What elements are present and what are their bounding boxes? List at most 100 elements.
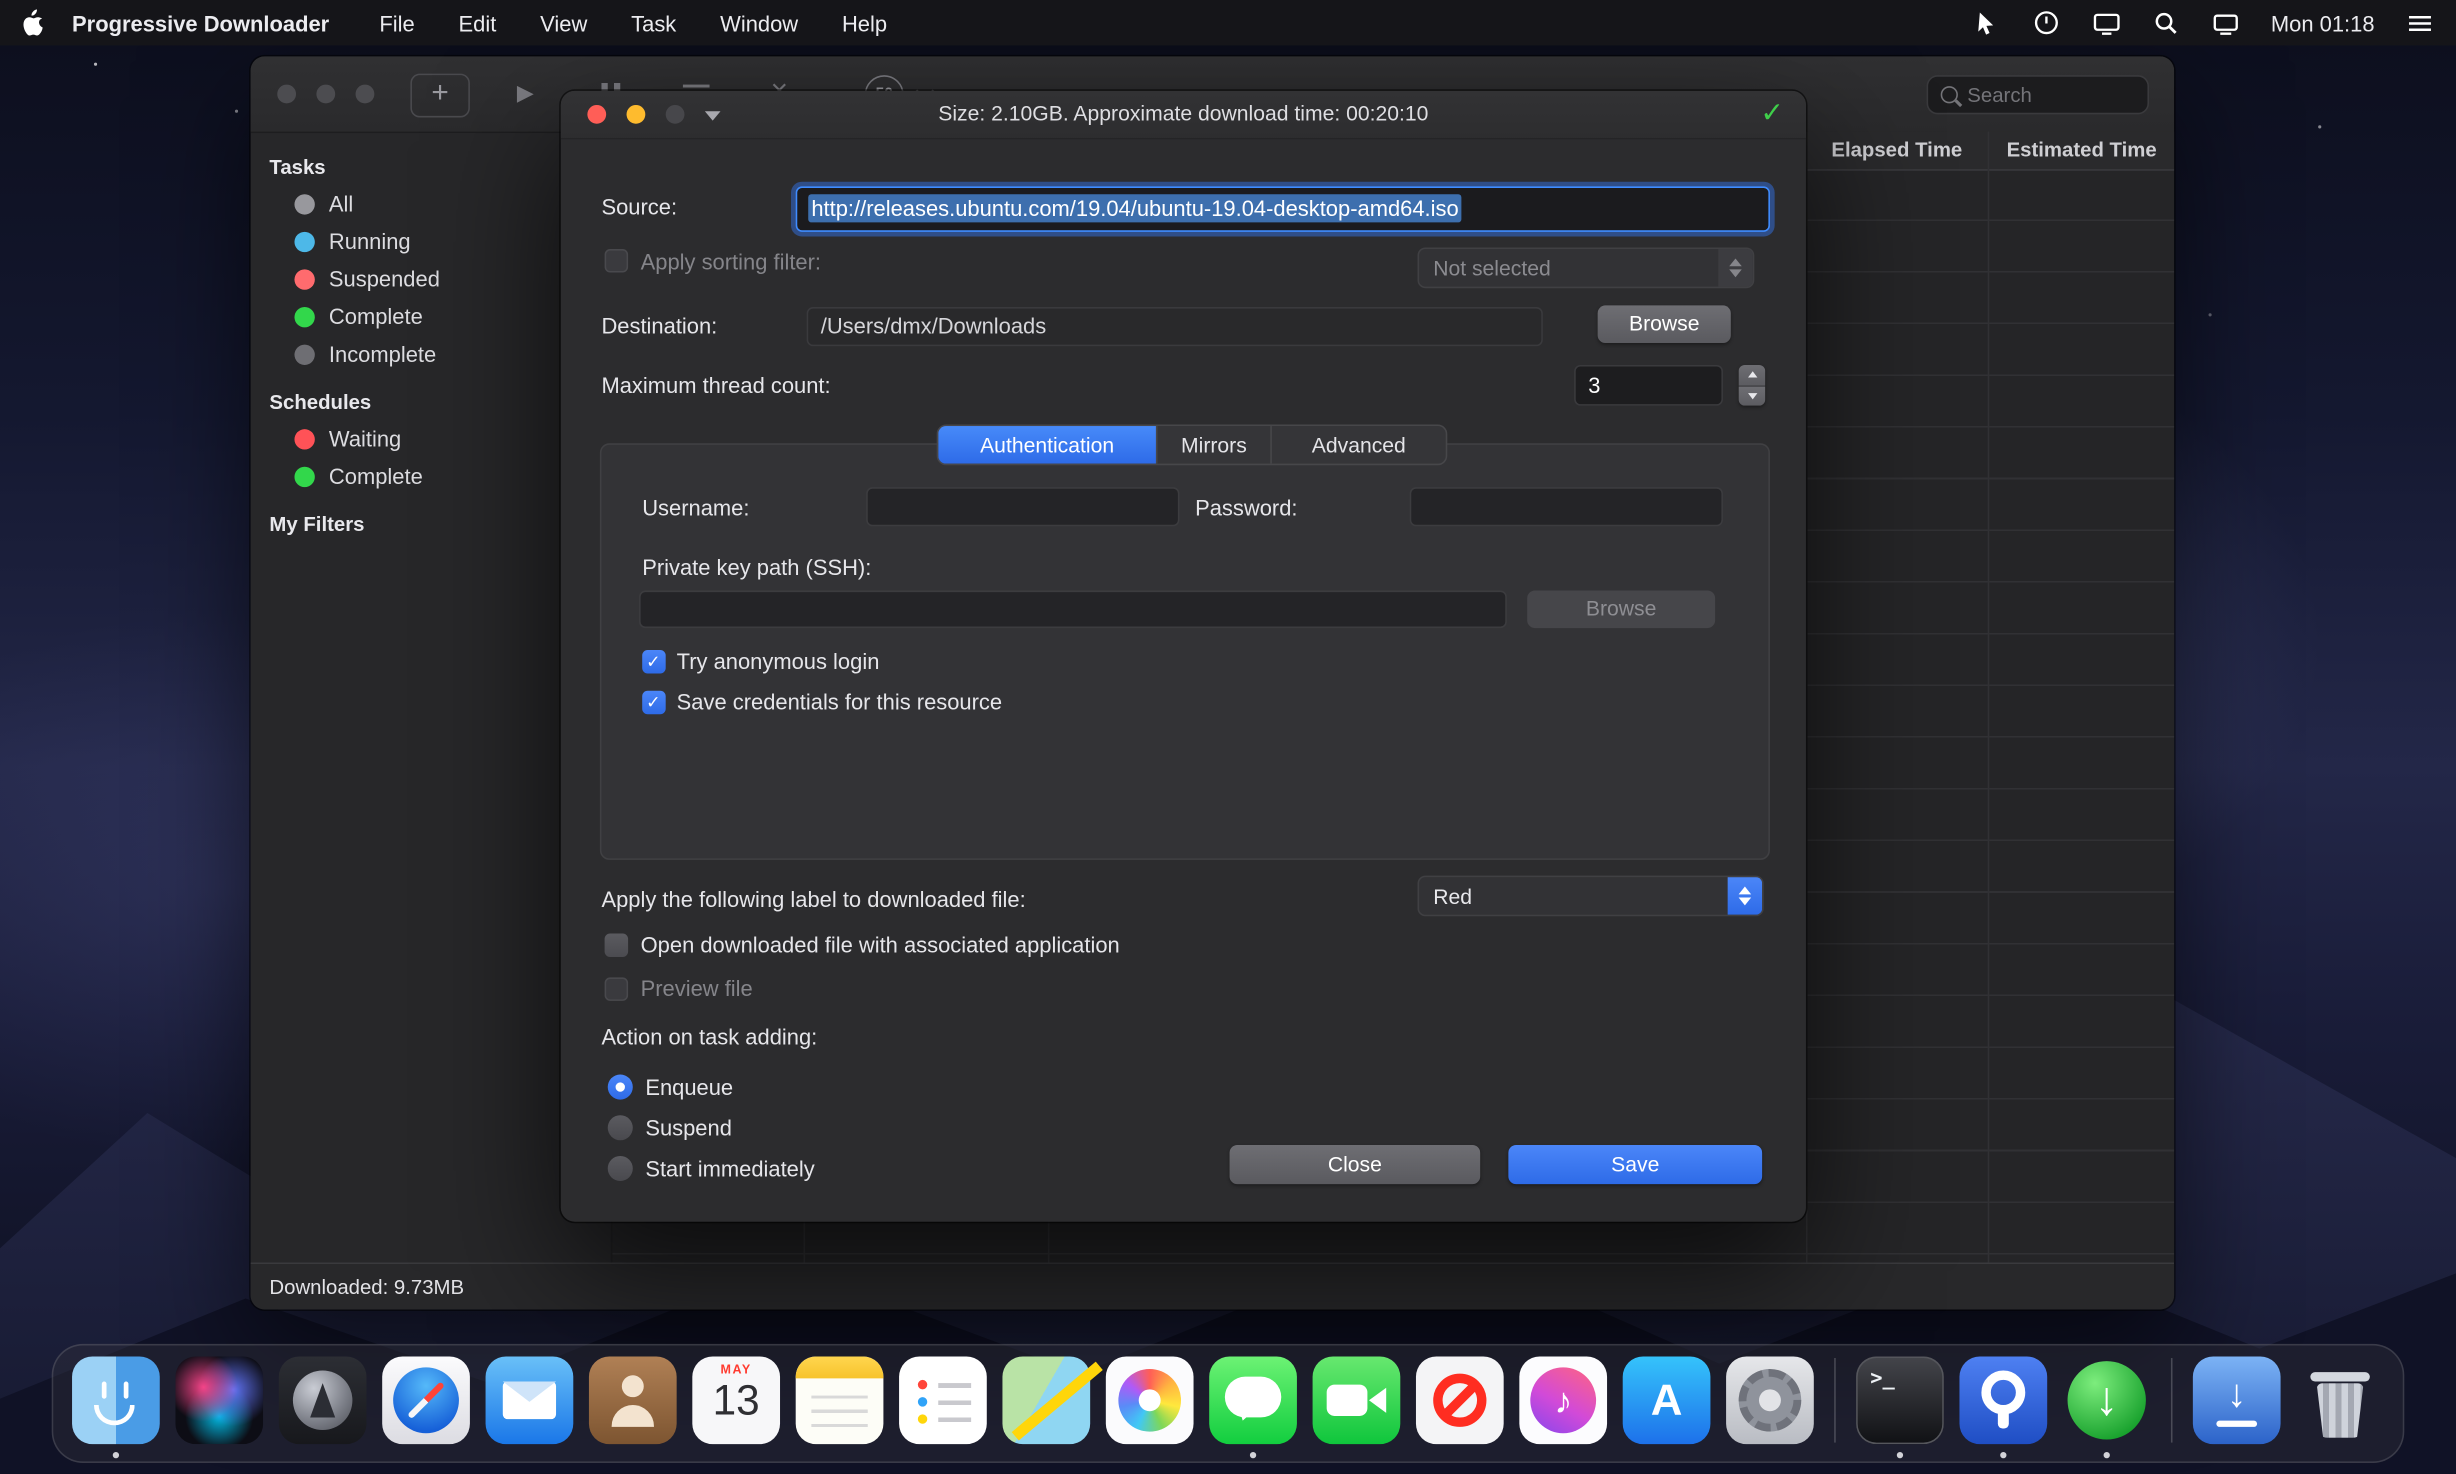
save-credentials-checkbox[interactable] (642, 691, 665, 714)
menu-item-file[interactable]: File (379, 10, 414, 35)
thread-count-stepper[interactable] (1739, 365, 1766, 406)
facetime-icon[interactable] (1313, 1356, 1401, 1444)
close-button[interactable]: Close (1230, 1145, 1481, 1184)
active-app-name[interactable]: Progressive Downloader (72, 10, 329, 35)
source-input[interactable]: http://releases.ubuntu.com/19.04/ubuntu-… (796, 186, 1770, 231)
status-bar: Downloaded: 9.73MB (251, 1262, 2174, 1309)
popup-chevrons-icon (1718, 249, 1752, 287)
trash-icon[interactable] (2296, 1356, 2384, 1444)
sidebar-section-tasks: Tasks (251, 150, 611, 184)
sidebar-section-my-filters: My Filters (251, 507, 611, 541)
photos-icon[interactable] (1106, 1356, 1194, 1444)
calendar-icon[interactable]: MAY 13 (692, 1356, 780, 1444)
pointer-status-icon[interactable] (1973, 9, 2001, 37)
menu-item-view[interactable]: View (540, 10, 587, 35)
menu-bar: Progressive Downloader File Edit View Ta… (0, 0, 2456, 45)
menu-bar-clock[interactable]: Mon 01:18 (2271, 10, 2375, 35)
preview-file-checkbox[interactable] (605, 977, 628, 1000)
app-store-icon[interactable] (1623, 1356, 1711, 1444)
tab-mirrors[interactable]: Mirrors (1156, 426, 1270, 464)
close-window-button[interactable] (277, 85, 296, 104)
sidebar-item-waiting[interactable]: Waiting (251, 420, 611, 458)
save-button[interactable]: Save (1508, 1145, 1762, 1184)
minimize-window-button[interactable] (316, 85, 335, 104)
reminders-icon[interactable] (899, 1356, 987, 1444)
action-on-adding-label: Action on task adding: (601, 1024, 817, 1049)
downloads-stack-icon[interactable] (2193, 1356, 2281, 1444)
open-with-checkbox[interactable] (605, 934, 628, 957)
menu-item-window[interactable]: Window (720, 10, 798, 35)
mail-icon[interactable] (486, 1356, 574, 1444)
label-dropdown[interactable]: Red (1418, 876, 1764, 917)
running-indicator (2104, 1452, 2110, 1458)
apple-menu[interactable] (22, 9, 44, 36)
progressive-downloader-icon[interactable] (2063, 1356, 2151, 1444)
terminal-icon[interactable] (1856, 1356, 1944, 1444)
sidebar-item-all[interactable]: All (251, 185, 611, 223)
1password-icon[interactable] (1959, 1356, 2047, 1444)
radio-enqueue[interactable] (608, 1075, 633, 1100)
ssh-key-browse-button[interactable]: Browse (1527, 591, 1715, 629)
menu-item-help[interactable]: Help (842, 10, 887, 35)
sorting-filter-checkbox[interactable] (605, 249, 628, 272)
safari-icon[interactable] (382, 1356, 470, 1444)
column-divider (1988, 132, 1990, 1263)
running-indicator (113, 1452, 119, 1458)
url-valid-checkmark-icon (1760, 97, 1784, 130)
power-status-icon[interactable] (2033, 9, 2061, 37)
column-header-estimated-time[interactable]: Estimated Time (1988, 132, 2176, 170)
sidebar-section-schedules: Schedules (251, 385, 611, 419)
notification-center-icon[interactable] (2406, 9, 2434, 37)
password-label: Password: (1195, 495, 1297, 520)
sidebar-item-schedules-complete[interactable]: Complete (251, 457, 611, 495)
username-input[interactable] (866, 487, 1179, 526)
tab-authentication[interactable]: Authentication (938, 426, 1156, 464)
status-dot-dark-gray (294, 344, 314, 364)
sidebar-item-suspended[interactable]: Suspended (251, 260, 611, 298)
radio-suspend[interactable] (608, 1115, 633, 1140)
menu-item-edit[interactable]: Edit (459, 10, 497, 35)
notes-icon[interactable] (796, 1356, 884, 1444)
password-input[interactable] (1410, 487, 1723, 526)
start-task-button[interactable]: ▶ (517, 80, 534, 107)
new-task-dialog: Size: 2.10GB. Approximate download time:… (561, 91, 1806, 1222)
stepper-down-icon[interactable] (1739, 385, 1766, 406)
anonymous-login-checkbox[interactable] (642, 650, 665, 673)
itunes-icon[interactable] (1519, 1356, 1607, 1444)
destination-browse-button[interactable]: Browse (1598, 305, 1731, 343)
radio-start-immediately[interactable] (608, 1156, 633, 1181)
news-icon[interactable] (1416, 1356, 1504, 1444)
radio-suspend-label: Suspend (645, 1115, 732, 1140)
sidebar-item-running[interactable]: Running (251, 222, 611, 260)
tab-advanced[interactable]: Advanced (1270, 426, 1445, 464)
add-task-button[interactable]: + (410, 74, 470, 118)
search-input[interactable]: Search (1927, 75, 2149, 114)
system-preferences-icon[interactable] (1726, 1356, 1814, 1444)
zoom-window-button[interactable] (356, 85, 375, 104)
column-divider (1806, 132, 1808, 1263)
finder-icon[interactable] (72, 1356, 160, 1444)
wallpaper-stars (94, 63, 97, 66)
status-dot-blue (294, 231, 314, 251)
spotlight-icon[interactable] (2152, 9, 2180, 37)
airplay-display-icon[interactable] (2211, 9, 2239, 37)
status-dot-gray (294, 193, 314, 213)
contacts-icon[interactable] (589, 1356, 677, 1444)
stepper-up-icon[interactable] (1739, 365, 1766, 385)
sidebar-item-complete[interactable]: Complete (251, 298, 611, 336)
running-indicator (2000, 1452, 2006, 1458)
dialog-title: Size: 2.10GB. Approximate download time:… (561, 91, 1806, 138)
thread-count-field[interactable]: 3 (1574, 365, 1723, 406)
column-header-elapsed-time[interactable]: Elapsed Time (1806, 132, 1988, 170)
ssh-key-path-input[interactable] (639, 591, 1507, 629)
display-status-icon[interactable] (2092, 9, 2120, 37)
sorting-filter-dropdown[interactable]: Not selected (1418, 247, 1755, 288)
siri-icon[interactable] (175, 1356, 263, 1444)
destination-path-field[interactable]: /Users/dmx/Downloads (807, 307, 1543, 346)
launchpad-icon[interactable] (279, 1356, 367, 1444)
menu-item-task[interactable]: Task (631, 10, 676, 35)
messages-icon[interactable] (1209, 1356, 1297, 1444)
maps-icon[interactable] (1002, 1356, 1090, 1444)
sidebar-item-incomplete[interactable]: Incomplete (251, 335, 611, 373)
calendar-day-label: 13 (692, 1377, 780, 1426)
